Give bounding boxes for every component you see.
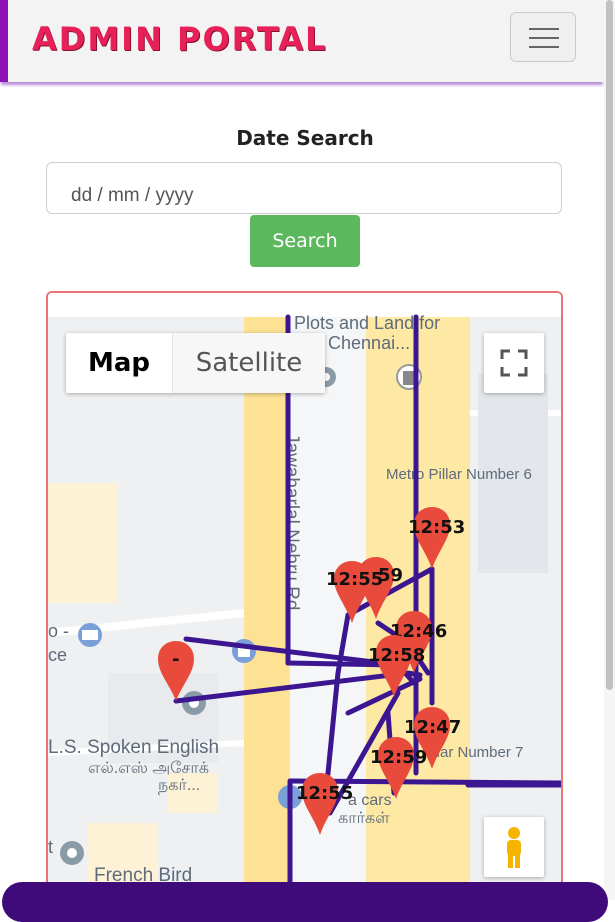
poi-location-icon-2: [60, 841, 84, 865]
brand-title[interactable]: ADMIN PORTAL: [32, 20, 327, 58]
map-view-button[interactable]: Map: [66, 333, 173, 393]
poi-pin-icon: [78, 623, 102, 647]
marker-label-start: -: [172, 649, 179, 670]
satellite-view-button[interactable]: Satellite: [173, 333, 325, 393]
map-label-spoken-english: L.S. Spoken English: [48, 737, 219, 758]
marker-label-1247: 12:47: [404, 717, 461, 738]
marker-label-1255-a: 12:55: [326, 569, 383, 590]
map-label-metro7: illar Number 7: [430, 744, 523, 761]
poi-location-icon: [182, 691, 206, 715]
bottom-bar: [2, 882, 608, 922]
pegman-icon: [507, 827, 521, 868]
marker-label-1255-b: 12:55: [296, 783, 353, 804]
map-label-road: Jawaharlal Nehru Rd: [281, 433, 302, 610]
marker-label-1258: 12:58: [368, 645, 425, 666]
hamburger-icon-bar: [529, 37, 559, 39]
hamburger-icon: [529, 28, 559, 30]
map-label-spoken-tamil-2: நகர்...: [158, 777, 200, 794]
hamburger-icon-bar: [529, 46, 559, 48]
date-input[interactable]: dd / mm / yyyy: [46, 162, 562, 214]
map-label-left-bot: t: [48, 837, 53, 857]
map-label-spoken-tamil: எல்.எஸ் அசோக்: [88, 760, 209, 777]
marker-label-1253: 12:53: [408, 517, 465, 538]
map-label-cars: a cars: [348, 792, 392, 809]
map[interactable]: Plots and Land for e in Chennai... Jawah…: [46, 291, 563, 900]
street-view-button[interactable]: [484, 817, 544, 877]
marker-label-1259-b: 12:59: [370, 747, 427, 768]
date-search-label: Date Search: [236, 126, 374, 150]
menu-toggle-button[interactable]: [510, 12, 576, 62]
search-button[interactable]: Search: [250, 215, 360, 267]
map-label-left-top: o -: [48, 621, 69, 641]
navbar: ADMIN PORTAL: [0, 0, 604, 82]
fullscreen-button[interactable]: [484, 333, 544, 393]
map-type-control: Map Satellite: [66, 333, 325, 393]
map-label-cars-tamil: கார்கள்: [338, 810, 390, 827]
map-label-metro6: Metro Pillar Number 6: [386, 466, 532, 483]
scrollbar-thumb[interactable]: [606, 0, 613, 690]
fullscreen-icon: [500, 349, 528, 377]
map-label-left-mid: ce: [48, 645, 67, 665]
